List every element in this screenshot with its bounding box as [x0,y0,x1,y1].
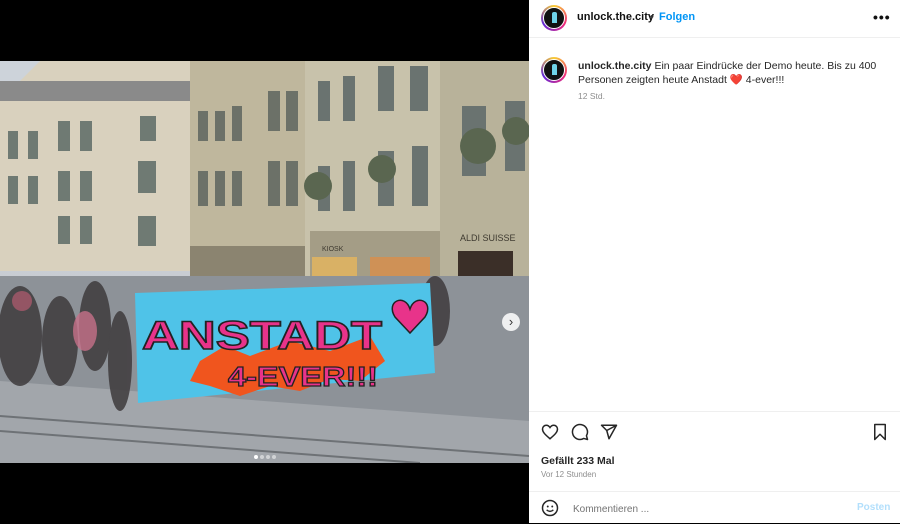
header-username[interactable]: unlock.the.city [577,11,654,23]
chevron-right-icon[interactable]: › [502,313,520,331]
avatar[interactable] [541,5,567,31]
post-sidebar: unlock.the.city • Folgen ••• unlock.the.… [529,0,900,523]
carousel-dot [271,455,276,459]
post-comment-button[interactable]: Posten [857,502,890,513]
more-icon[interactable]: ••• [873,9,891,25]
caption-username[interactable]: unlock.the.city [578,60,652,72]
heart-icon[interactable] [541,423,559,441]
shop-sign-kiosk: KIOSK [322,246,344,253]
carousel-dot [253,455,258,459]
banner-text-line1: ANSTADT [142,314,382,358]
likes-count[interactable]: Gefällt 233 Mal [541,455,615,467]
action-bar: Gefällt 233 Mal Vor 12 Stunden [529,411,900,502]
banner-text-line2: 4-EVER!!! [228,361,378,392]
shop-sign-aldi: ALDI SUISSE [460,233,516,243]
caption-time[interactable]: 12 Std. [578,91,605,101]
follow-button[interactable]: Folgen [659,11,695,23]
share-icon[interactable] [600,423,618,441]
post-photo[interactable]: ALDI SUISSE KIOSK ANSTADT 4-EVER!!! › [0,61,529,463]
photo-scene: ALDI SUISSE KIOSK ANSTADT 4-EVER!!! [0,61,529,463]
media-panel: ALDI SUISSE KIOSK ANSTADT 4-EVER!!! › [0,0,529,523]
post-timestamp: Vor 12 Stunden [541,470,597,479]
caption-suffix: 4-ever!!! [745,74,785,86]
heart-emoji: ❤️ [729,74,743,86]
carousel-indicator [0,446,529,464]
bookmark-icon[interactable] [872,423,888,441]
comment-input[interactable] [571,500,815,518]
post-dialog: ALDI SUISSE KIOSK ANSTADT 4-EVER!!! › un… [0,0,900,523]
comment-icon[interactable] [571,423,589,441]
comment-bar: Posten [529,491,900,524]
header-separator: • [650,11,654,23]
caption-avatar[interactable] [541,57,567,83]
emoji-icon[interactable] [541,499,559,517]
post-header: unlock.the.city • Folgen ••• [529,0,900,38]
caption: unlock.the.city Ein paar Eindrücke der D… [578,59,878,87]
carousel-dot [265,455,270,459]
carousel-dot [259,455,264,459]
